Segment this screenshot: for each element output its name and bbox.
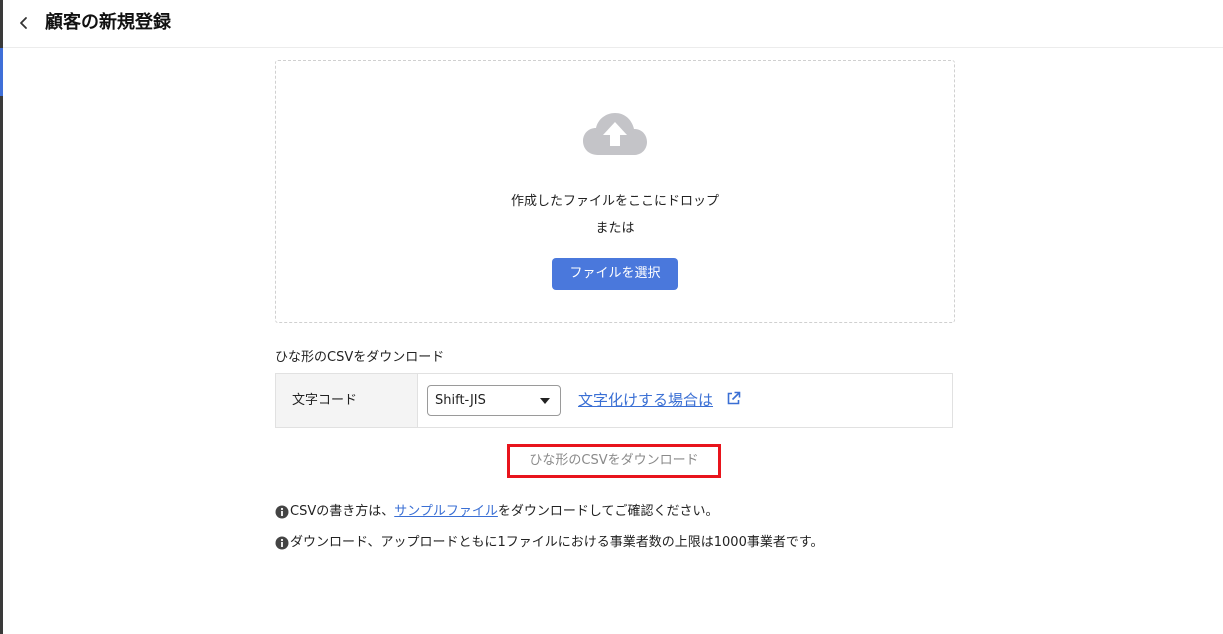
note1-suffix: をダウンロードしてご確認ください。 [497, 504, 719, 519]
sample-file-link[interactable]: サンプルファイル [394, 502, 498, 522]
external-link-icon[interactable] [726, 391, 741, 406]
chevron-left-icon [20, 17, 27, 29]
cloud-upload-icon [583, 113, 647, 155]
download-template-button[interactable]: ひな形のCSVをダウンロード [507, 444, 721, 478]
encoding-table: 文字コード Shift-JIS 文字化けする場合は [275, 373, 953, 428]
note2-text: ダウンロード、アップロードともに1ファイルにおける事業者数の上限は1000事業者… [290, 535, 824, 550]
page-header: 顧客の新規登録 [3, 0, 1223, 48]
encoding-select-value: Shift-JIS [435, 393, 486, 408]
caret-down-icon [540, 398, 550, 404]
file-dropzone[interactable]: 作成したファイルをここにドロップ または ファイルを選択 [275, 60, 955, 323]
note1-prefix: CSVの書き方は、 [290, 504, 395, 519]
info-circle-icon [275, 505, 289, 519]
drop-instruction: 作成したファイルをここにドロップ [510, 194, 719, 209]
note-limit: ダウンロード、アップロードともに1ファイルにおける事業者数の上限は1000事業者… [275, 533, 824, 553]
garbled-text-help-link[interactable]: 文字化けする場合は [578, 389, 713, 411]
info-circle-icon [275, 536, 289, 550]
back-button[interactable] [13, 12, 35, 34]
encoding-value-cell: Shift-JIS 文字化けする場合は [418, 374, 952, 427]
select-file-button[interactable]: ファイルを選択 [552, 258, 678, 290]
left-nav-active-indicator [0, 48, 3, 96]
encoding-select[interactable]: Shift-JIS [427, 385, 561, 416]
or-separator: または [595, 221, 635, 236]
encoding-label: 文字コード [276, 374, 418, 427]
page-title: 顧客の新規登録 [45, 12, 171, 33]
note-csv-format: CSVの書き方は、 サンプルファイル をダウンロードしてご確認ください。 [275, 502, 718, 522]
template-section-label: ひな形のCSVをダウンロード [275, 350, 445, 365]
